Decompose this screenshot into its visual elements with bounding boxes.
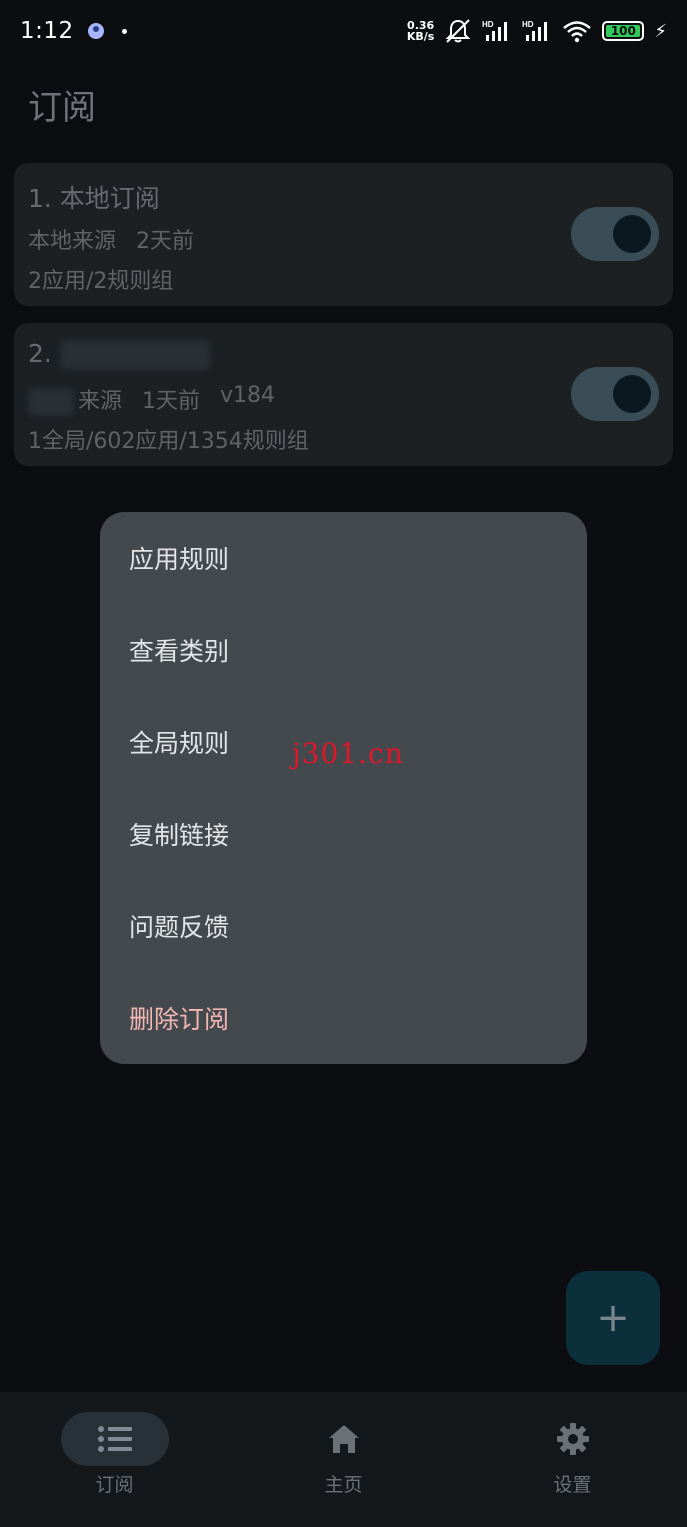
list-icon bbox=[97, 1422, 132, 1456]
menu-item-feedback[interactable]: 问题反馈 bbox=[100, 880, 587, 972]
wifi-icon bbox=[563, 21, 592, 43]
notification-dot-icon bbox=[121, 28, 127, 34]
status-bar: 1:12 0.36 KB/s HD HD 100 ⚡ bbox=[0, 0, 687, 62]
menu-item-copy-link[interactable]: 复制链接 bbox=[100, 788, 587, 880]
net-speed-unit: KB/s bbox=[406, 30, 435, 43]
nav-item-settings[interactable]: 设置 bbox=[458, 1392, 687, 1527]
toggle-knob bbox=[613, 375, 651, 413]
menu-item-app-rules[interactable]: 应用规则 bbox=[100, 512, 587, 604]
battery-icon: 100 bbox=[602, 21, 645, 41]
nav-item-home[interactable]: 主页 bbox=[229, 1392, 458, 1527]
subscription-updated: 2天前 bbox=[136, 229, 195, 254]
battery-level: 100 bbox=[610, 24, 636, 38]
subscription-meta: 来源 1天前 v184 bbox=[28, 383, 275, 416]
blurred-name bbox=[59, 340, 210, 370]
blurred-source-prefix bbox=[28, 388, 74, 416]
subscription-updated: 1天前 bbox=[142, 389, 201, 414]
menu-item-delete-subscription[interactable]: 删除订阅 bbox=[100, 972, 587, 1064]
home-icon bbox=[327, 1422, 361, 1456]
nav-label-settings: 设置 bbox=[553, 1474, 592, 1496]
subscription-title: 2. bbox=[28, 339, 210, 370]
subscription-title: 1. 本地订阅 bbox=[28, 184, 160, 213]
subscription-source: 本地来源 bbox=[28, 229, 117, 254]
add-subscription-button[interactable]: + bbox=[566, 1271, 660, 1365]
subscription-stats: 2应用/2规则组 bbox=[28, 269, 174, 294]
notification-app-icon bbox=[87, 23, 104, 39]
subscription-version: v184 bbox=[220, 383, 276, 408]
subscription-card[interactable]: 1. 本地订阅 本地来源 2天前 2应用/2规则组 bbox=[14, 163, 673, 306]
subscription-source-label: 来源 bbox=[78, 389, 123, 414]
nav-label-home: 主页 bbox=[324, 1474, 363, 1496]
subscription-context-menu: 应用规则 查看类别 全局规则 复制链接 问题反馈 删除订阅 bbox=[100, 512, 587, 1064]
subscription-card[interactable]: 2. 来源 1天前 v184 1全局/602应用/1354规则组 bbox=[14, 323, 673, 466]
signal-hd-icon-2: HD bbox=[522, 20, 548, 41]
status-icons: 0.36 KB/s HD HD 100 ⚡ bbox=[407, 18, 667, 44]
page-title: 订阅 bbox=[28, 88, 96, 128]
bell-off-icon bbox=[445, 19, 471, 43]
nav-label-subscriptions: 订阅 bbox=[95, 1474, 134, 1496]
signal-hd-icon: HD bbox=[482, 20, 508, 41]
gear-icon bbox=[556, 1422, 590, 1456]
bottom-navigation: 订阅 主页 设置 bbox=[0, 1392, 687, 1527]
toggle-knob bbox=[613, 215, 651, 253]
subscription-index: 2. bbox=[28, 339, 52, 368]
plus-icon: + bbox=[596, 1295, 630, 1341]
subscription-meta: 本地来源 2天前 bbox=[28, 223, 194, 255]
watermark-text: j301.cn bbox=[292, 737, 404, 770]
subscription-toggle[interactable] bbox=[571, 367, 659, 421]
svg-text:HD: HD bbox=[482, 20, 494, 29]
charging-bolt-icon: ⚡ bbox=[654, 20, 667, 42]
status-time: 1:12 bbox=[20, 18, 74, 44]
subscription-toggle[interactable] bbox=[571, 207, 659, 261]
menu-item-view-categories[interactable]: 查看类别 bbox=[100, 604, 587, 696]
nav-item-subscriptions[interactable]: 订阅 bbox=[0, 1392, 229, 1527]
subscription-stats: 1全局/602应用/1354规则组 bbox=[28, 429, 309, 454]
svg-text:HD: HD bbox=[522, 20, 534, 29]
subscription-source: 来源 bbox=[28, 383, 122, 416]
net-speed: 0.36 KB/s bbox=[407, 20, 434, 42]
